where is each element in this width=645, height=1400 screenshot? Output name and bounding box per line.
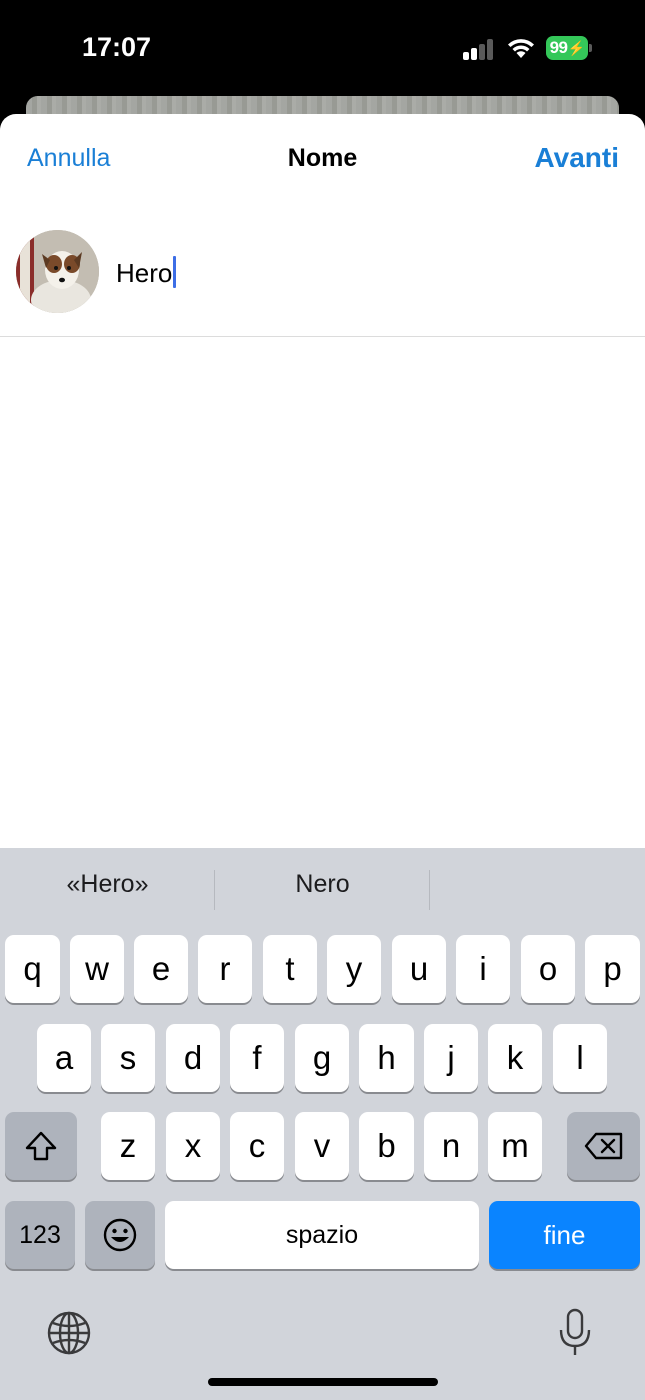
text-cursor: [173, 256, 177, 288]
key-u[interactable]: u: [392, 935, 446, 1003]
key-n[interactable]: n: [424, 1112, 478, 1180]
nav-bar: Annulla Nome Avanti: [0, 114, 645, 204]
key-a[interactable]: a: [37, 1024, 91, 1092]
shift-key[interactable]: [5, 1112, 77, 1180]
key-s[interactable]: s: [101, 1024, 155, 1092]
numbers-key[interactable]: 123: [5, 1201, 75, 1269]
key-m[interactable]: m: [488, 1112, 542, 1180]
name-value: Hero: [116, 258, 173, 288]
clock: 17:07: [82, 32, 152, 62]
home-indicator: [208, 1378, 438, 1386]
key-w[interactable]: w: [70, 935, 124, 1003]
key-o[interactable]: o: [521, 935, 575, 1003]
delete-icon: [584, 1132, 622, 1160]
cancel-button[interactable]: Annulla: [27, 144, 110, 173]
name-input[interactable]: Hero: [116, 256, 177, 289]
key-y[interactable]: y: [327, 935, 381, 1003]
key-q[interactable]: q: [5, 935, 60, 1003]
cellular-signal-icon: [463, 38, 495, 60]
key-c[interactable]: c: [230, 1112, 284, 1180]
battery-level: 99: [549, 38, 568, 57]
key-i[interactable]: i: [456, 935, 510, 1003]
keyboard: «Hero» Nero q w e r t y u i o p a s d f …: [0, 848, 645, 1400]
delete-key[interactable]: [567, 1112, 640, 1180]
name-row: Hero: [0, 230, 645, 337]
shift-icon: [25, 1131, 57, 1161]
key-d[interactable]: d: [166, 1024, 220, 1092]
key-r[interactable]: r: [198, 935, 252, 1003]
key-e[interactable]: e: [134, 935, 188, 1003]
key-j[interactable]: j: [424, 1024, 478, 1092]
key-v[interactable]: v: [295, 1112, 349, 1180]
key-p[interactable]: p: [585, 935, 640, 1003]
key-h[interactable]: h: [359, 1024, 414, 1092]
space-key[interactable]: spazio: [165, 1201, 479, 1269]
divider: [429, 870, 430, 910]
key-t[interactable]: t: [263, 935, 317, 1003]
key-z[interactable]: z: [101, 1112, 155, 1180]
next-button[interactable]: Avanti: [534, 142, 619, 174]
wifi-icon: [506, 36, 536, 60]
emoji-icon: [103, 1218, 137, 1252]
key-g[interactable]: g: [295, 1024, 349, 1092]
battery-charging-icon: 99⚡: [546, 36, 592, 60]
key-x[interactable]: x: [166, 1112, 220, 1180]
done-key[interactable]: fine: [489, 1201, 640, 1269]
key-k[interactable]: k: [488, 1024, 542, 1092]
suggestion-item[interactable]: Nero: [215, 870, 430, 899]
globe-icon[interactable]: [46, 1310, 92, 1356]
status-bar: 17:07 99⚡: [0, 0, 645, 98]
key-b[interactable]: b: [359, 1112, 414, 1180]
key-f[interactable]: f: [230, 1024, 284, 1092]
dog-avatar: [16, 230, 99, 313]
key-l[interactable]: l: [553, 1024, 607, 1092]
suggestion-bar: «Hero» Nero: [0, 848, 645, 934]
suggestion-item[interactable]: «Hero»: [0, 870, 215, 899]
microphone-icon[interactable]: [557, 1308, 593, 1358]
emoji-key[interactable]: [85, 1201, 155, 1269]
